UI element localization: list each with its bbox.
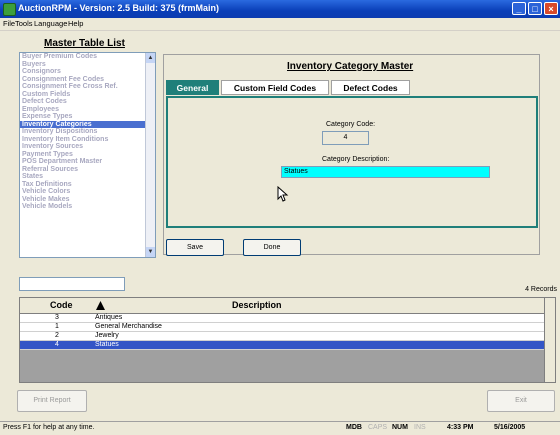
- record-count: 4 Records: [525, 286, 557, 293]
- cell-description: Antiques: [95, 314, 123, 321]
- done-button[interactable]: Done: [243, 239, 301, 256]
- menu-tools[interactable]: Tools: [15, 19, 33, 28]
- category-description-label: Category Description:: [322, 156, 390, 163]
- cell-code: 1: [55, 323, 59, 330]
- status-help-text: Press F1 for help at any time.: [3, 424, 95, 431]
- scroll-up-icon[interactable]: ▲: [146, 53, 155, 63]
- table-row[interactable]: 1 General Merchandise: [20, 323, 546, 332]
- list-item[interactable]: Tax Definitions: [20, 181, 155, 189]
- search-input[interactable]: [19, 277, 125, 291]
- status-time: 4:33 PM: [447, 424, 474, 431]
- list-item[interactable]: Inventory Categories: [20, 120, 155, 128]
- status-num: NUM: [392, 424, 408, 431]
- list-item[interactable]: Inventory Sources: [20, 143, 155, 151]
- list-item[interactable]: States: [20, 173, 155, 181]
- footer-bar: Print Report Exit: [0, 383, 560, 421]
- list-item[interactable]: Consignors: [20, 68, 155, 76]
- list-item[interactable]: Inventory Item Conditions: [20, 136, 155, 144]
- cell-code: 3: [55, 314, 59, 321]
- menu-file[interactable]: File: [3, 19, 15, 28]
- cell-description: General Merchandise: [95, 323, 162, 330]
- list-item[interactable]: Referral Sources: [20, 166, 155, 174]
- exit-button[interactable]: Exit: [487, 390, 555, 412]
- list-item[interactable]: Vehicle Models: [20, 203, 155, 211]
- scroll-down-icon[interactable]: ▼: [146, 247, 155, 257]
- list-item[interactable]: Vehicle Makes: [20, 196, 155, 204]
- category-code-label: Category Code:: [326, 121, 376, 128]
- category-description-input[interactable]: Statues: [281, 166, 490, 178]
- table-row[interactable]: 4 Statues: [20, 341, 546, 350]
- window-title: AuctionRPM - Version: 2.5 Build: 375 (fr…: [18, 3, 220, 13]
- list-item[interactable]: Buyer Premium Codes: [20, 53, 155, 61]
- list-item[interactable]: Payment Types: [20, 151, 155, 159]
- tab-custom-field-codes[interactable]: Custom Field Codes: [221, 80, 329, 95]
- list-item[interactable]: Consignment Fee Codes: [20, 76, 155, 84]
- title-bar[interactable]: AuctionRPM - Version: 2.5 Build: 375 (fr…: [0, 0, 560, 18]
- table-row[interactable]: 3 Antiques: [20, 314, 546, 323]
- list-item[interactable]: Consignment Fee Cross Ref.: [20, 83, 155, 91]
- cell-code: 2: [55, 332, 59, 339]
- list-item[interactable]: Expense Types: [20, 113, 155, 121]
- menu-bar: File Tools Language Help: [0, 18, 560, 31]
- table-row[interactable]: 2 Jewelry: [20, 332, 546, 341]
- close-button[interactable]: ×: [544, 2, 558, 15]
- maximize-button[interactable]: □: [528, 2, 542, 15]
- inventory-category-master-heading: Inventory Category Master: [287, 61, 414, 72]
- status-caps: CAPS: [368, 424, 388, 431]
- mouse-cursor-icon: [277, 186, 289, 202]
- menu-language[interactable]: Language: [34, 19, 67, 28]
- master-table-list[interactable]: Buyer Premium Codes Buyers Consignors Consi…: [19, 52, 156, 258]
- menu-help[interactable]: Help: [68, 19, 83, 28]
- app-icon: [3, 3, 16, 16]
- list-item[interactable]: Defect Codes: [20, 98, 155, 106]
- status-date: 5/16/2005: [494, 424, 526, 431]
- save-button[interactable]: Save: [166, 239, 224, 256]
- grid-header: Code Description: [20, 298, 546, 314]
- list-item[interactable]: POS Department Master: [20, 158, 155, 166]
- category-code-field: 4: [322, 131, 369, 145]
- status-ins: INS: [414, 424, 426, 431]
- status-mdb: MDB: [346, 424, 362, 431]
- master-table-list-heading: Master Table List: [44, 38, 125, 49]
- print-report-button[interactable]: Print Report: [17, 390, 87, 412]
- list-item[interactable]: Custom Fields: [20, 91, 155, 99]
- cell-description: Jewelry: [95, 332, 119, 339]
- tab-general[interactable]: General: [166, 80, 219, 95]
- column-description[interactable]: Description: [232, 300, 282, 310]
- list-scrollbar[interactable]: ▲ ▼: [145, 53, 155, 257]
- list-item[interactable]: Vehicle Colors: [20, 188, 155, 196]
- category-grid[interactable]: Code Description 3 Antiques 1 General Merch…: [19, 297, 556, 383]
- list-item[interactable]: Employees: [20, 106, 155, 114]
- status-bar: Press F1 for help at any time. MDB CAPS …: [0, 421, 560, 435]
- minimize-button[interactable]: _: [512, 2, 526, 15]
- cell-code: 4: [55, 341, 59, 348]
- tab-defect-codes[interactable]: Defect Codes: [331, 80, 410, 95]
- column-code[interactable]: Code: [50, 300, 73, 310]
- sort-indicator-icon: [96, 301, 105, 310]
- list-item[interactable]: Buyers: [20, 61, 155, 69]
- grid-scrollbar[interactable]: [544, 298, 555, 382]
- cell-description: Statues: [95, 341, 119, 348]
- list-item[interactable]: Inventory Dispositions: [20, 128, 155, 136]
